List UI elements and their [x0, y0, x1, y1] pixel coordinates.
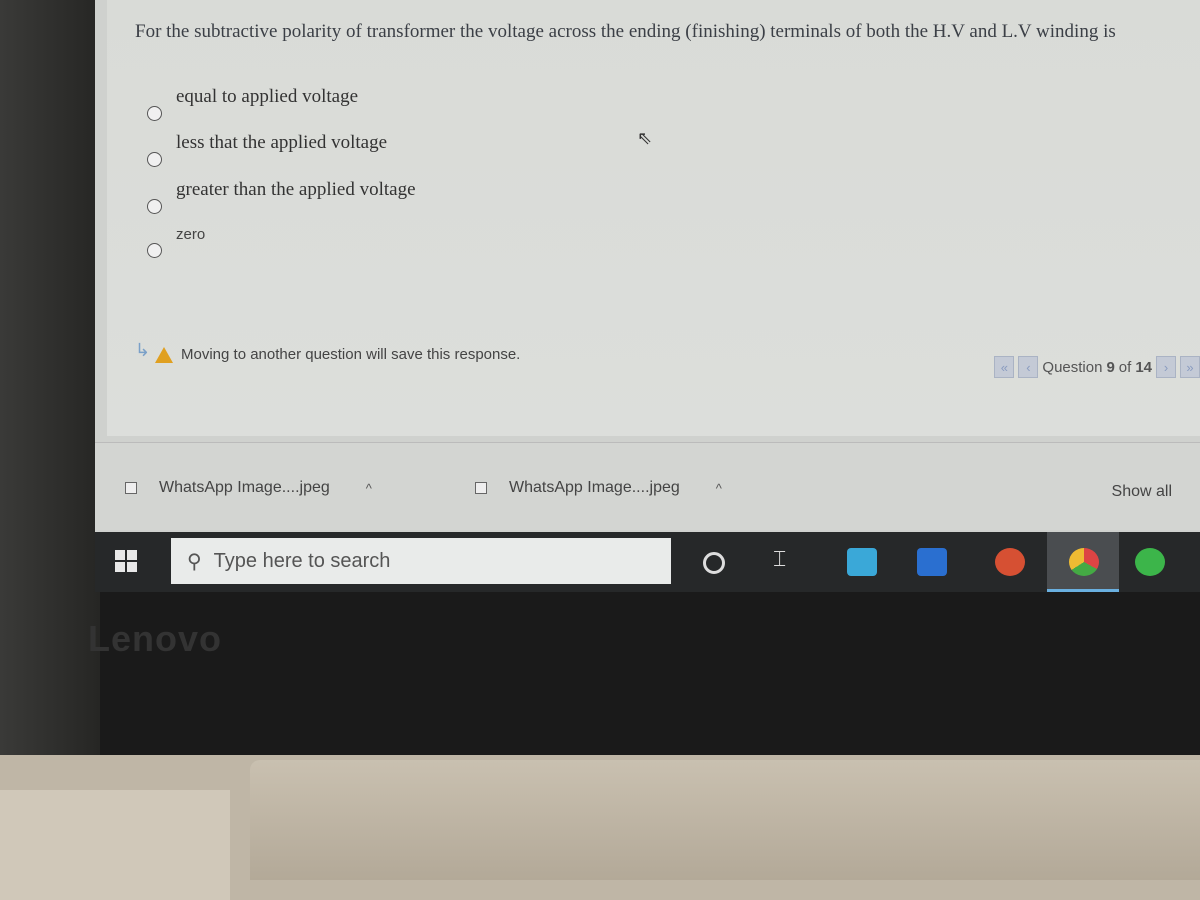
next-question-button[interactable]: ›	[1156, 356, 1176, 378]
option-3[interactable]: greater than the applied voltage	[147, 179, 416, 214]
taskbar: ⚲ Type here to search ⌶	[95, 532, 1200, 592]
save-notice: Moving to another question will save thi…	[155, 346, 520, 363]
option-label: zero	[176, 226, 206, 243]
taskbar-search[interactable]: ⚲ Type here to search	[171, 538, 671, 584]
nav-of: of	[1118, 358, 1132, 376]
show-all-button[interactable]: Show all	[1112, 483, 1172, 501]
option-2[interactable]: less that the applied voltage	[147, 132, 387, 167]
mouse-cursor-icon: ⇖	[637, 128, 653, 148]
radio-button[interactable]	[147, 198, 162, 214]
image-file-icon	[475, 482, 487, 494]
first-question-button[interactable]: «	[994, 356, 1015, 378]
powerpoint-icon[interactable]	[995, 548, 1025, 576]
lenovo-logo: Lenovo	[88, 618, 223, 659]
quiz-panel: For the subtractive polarity of transfor…	[107, 0, 1200, 436]
search-icon: ⚲	[187, 550, 202, 573]
notice-text: Moving to another question will save thi…	[181, 346, 521, 363]
warning-icon	[155, 346, 173, 363]
cortana-icon[interactable]	[703, 552, 725, 574]
option-label: greater than the applied voltage	[176, 179, 416, 200]
laptop-bezel	[0, 0, 100, 760]
download-item[interactable]: WhatsApp Image....jpeg ^	[475, 479, 722, 497]
return-arrow-icon: ↳	[135, 340, 151, 360]
chevron-up-icon[interactable]: ^	[716, 481, 722, 496]
current-question: 9	[1106, 358, 1115, 376]
radio-button[interactable]	[147, 243, 162, 258]
windows-start-icon[interactable]	[115, 550, 137, 572]
download-item[interactable]: WhatsApp Image....jpeg ^	[125, 479, 372, 497]
option-label: equal to applied voltage	[176, 86, 359, 107]
chrome-icon[interactable]	[1069, 548, 1099, 576]
image-file-icon	[125, 482, 137, 494]
last-question-button[interactable]: »	[1180, 356, 1200, 378]
screen: For the subtractive polarity of transfor…	[95, 0, 1200, 592]
laptop-palmrest	[0, 790, 230, 900]
total-questions: 14	[1135, 358, 1152, 376]
prev-question-button[interactable]: ‹	[1018, 356, 1039, 378]
download-name: WhatsApp Image....jpeg	[509, 479, 680, 496]
nav-prefix: Question	[1042, 358, 1103, 376]
task-view-icon[interactable]: ⌶	[773, 546, 803, 574]
mail-icon[interactable]	[847, 548, 877, 576]
download-name: WhatsApp Image....jpeg	[159, 479, 330, 496]
word-icon[interactable]	[917, 548, 947, 576]
chevron-up-icon[interactable]: ^	[366, 481, 372, 496]
radio-button[interactable]	[147, 151, 162, 167]
option-1[interactable]: equal to applied voltage	[147, 86, 358, 121]
whatsapp-icon[interactable]	[1135, 548, 1165, 576]
laptop-keyboard-area	[250, 760, 1200, 880]
download-bar: WhatsApp Image....jpeg ^ WhatsApp Image..…	[95, 442, 1200, 530]
question-nav: « ‹ Question 9 of 14 › »	[994, 356, 1200, 378]
radio-button[interactable]	[147, 105, 162, 121]
option-label: less that the applied voltage	[176, 132, 388, 153]
option-4[interactable]: zero	[147, 226, 205, 258]
search-placeholder: Type here to search	[213, 549, 391, 572]
question-text: For the subtractive polarity of transfor…	[135, 21, 1116, 42]
